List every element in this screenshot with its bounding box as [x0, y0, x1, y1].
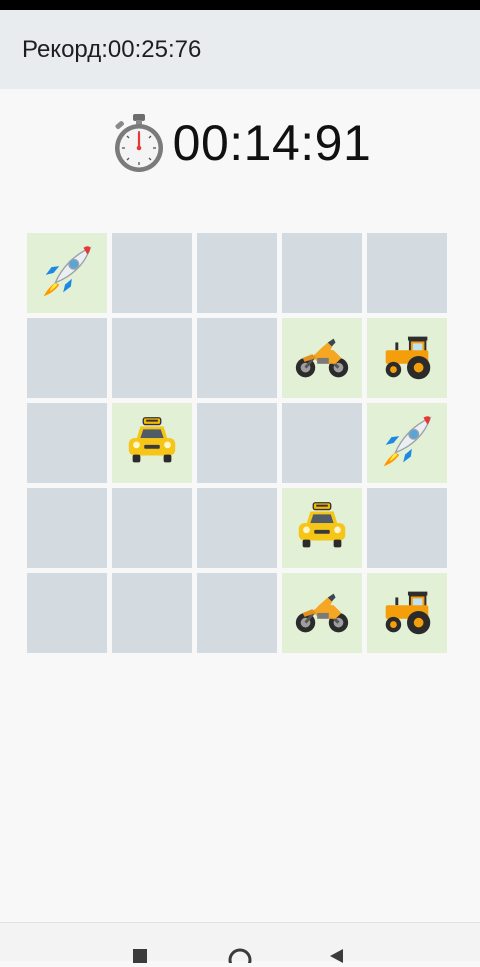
timer-value: 00:14:91: [172, 115, 372, 171]
stopwatch-icon: [109, 112, 169, 174]
game-board: [27, 233, 455, 661]
tile-hidden-r1c4[interactable]: [282, 233, 362, 313]
tile-hidden-r3c4[interactable]: [282, 403, 362, 483]
tile-hidden-r4c2[interactable]: [112, 488, 192, 568]
motorcycle-icon: [291, 325, 353, 391]
tile-rocket-r1c1[interactable]: [27, 233, 107, 313]
tile-hidden-r1c3[interactable]: [197, 233, 277, 313]
tile-taxi-r3c2[interactable]: [112, 403, 192, 483]
tile-hidden-r5c3[interactable]: [197, 573, 277, 653]
record-text: Рекорд:00:25:76: [22, 35, 202, 63]
tile-taxi-r4c4[interactable]: [282, 488, 362, 568]
tile-hidden-r4c5[interactable]: [367, 488, 447, 568]
tile-tractor-r5c5[interactable]: [367, 573, 447, 653]
tile-hidden-r2c1[interactable]: [27, 318, 107, 398]
circle-icon[interactable]: [225, 943, 255, 967]
tile-motorcycle-r2c4[interactable]: [282, 318, 362, 398]
tile-hidden-r4c1[interactable]: [27, 488, 107, 568]
square-icon[interactable]: [125, 943, 155, 967]
tile-tractor-r2c5[interactable]: [367, 318, 447, 398]
rocket-icon: [376, 410, 438, 476]
navigation-bar: [0, 922, 480, 967]
tile-hidden-r2c2[interactable]: [112, 318, 192, 398]
tractor-icon: [376, 325, 438, 391]
status-bar: [0, 0, 480, 10]
triangle-back-icon[interactable]: [320, 943, 350, 967]
tile-hidden-r5c1[interactable]: [27, 573, 107, 653]
tile-hidden-r3c3[interactable]: [197, 403, 277, 483]
tile-motorcycle-r5c4[interactable]: [282, 573, 362, 653]
tile-hidden-r5c2[interactable]: [112, 573, 192, 653]
tile-hidden-r1c2[interactable]: [112, 233, 192, 313]
rocket-icon: [36, 240, 98, 306]
motorcycle-icon: [291, 580, 353, 646]
tile-hidden-r1c5[interactable]: [367, 233, 447, 313]
timer: 00:14:91: [0, 108, 480, 178]
taxi-icon: [121, 410, 183, 476]
tile-hidden-r4c3[interactable]: [197, 488, 277, 568]
tile-hidden-r2c3[interactable]: [197, 318, 277, 398]
tractor-icon: [376, 580, 438, 646]
record-bar: Рекорд:00:25:76: [0, 10, 480, 89]
tile-hidden-r3c1[interactable]: [27, 403, 107, 483]
tile-rocket-r3c5[interactable]: [367, 403, 447, 483]
taxi-icon: [291, 495, 353, 561]
